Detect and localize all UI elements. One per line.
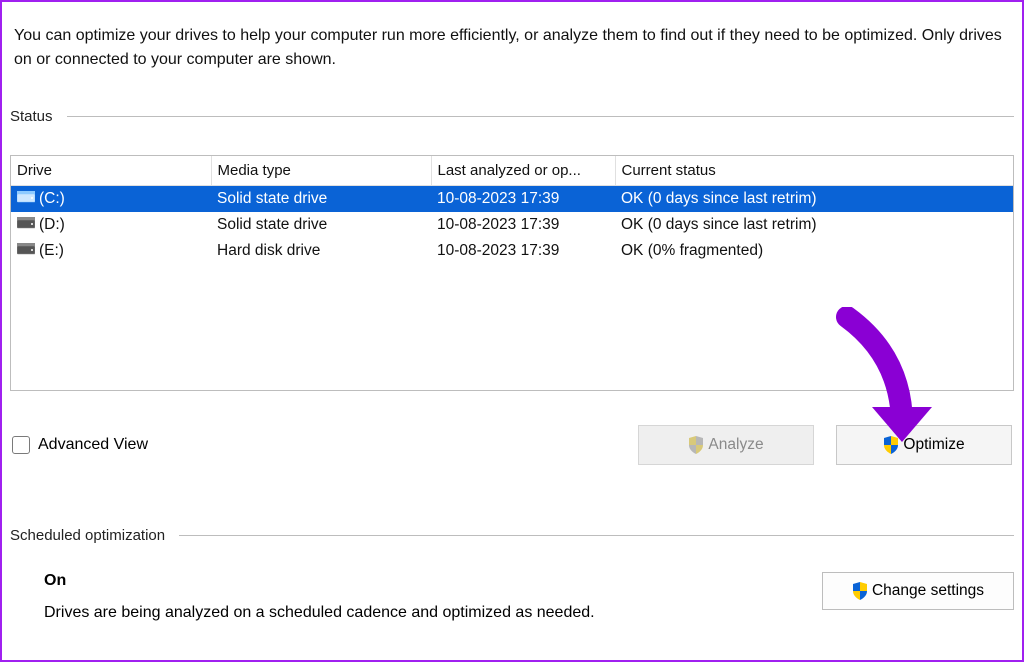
advanced-view-checkbox[interactable]: Advanced View [12, 436, 148, 454]
status-label-text: Status [10, 108, 53, 125]
cell-last: 10-08-2023 17:39 [431, 238, 615, 264]
drive-icon [17, 190, 35, 208]
divider [67, 116, 1014, 117]
advanced-view-label: Advanced View [38, 436, 148, 454]
table-row[interactable]: (D:) Solid state drive 10-08-2023 17:39 … [11, 212, 1013, 238]
col-header-media[interactable]: Media type [211, 156, 431, 186]
cell-drive: (E:) [11, 238, 211, 264]
cell-media: Solid state drive [211, 186, 431, 213]
cell-last: 10-08-2023 17:39 [431, 212, 615, 238]
optimize-button[interactable]: Optimize [836, 425, 1012, 465]
drive-table-container: Drive Media type Last analyzed or op... … [10, 155, 1014, 391]
shield-icon [852, 582, 868, 600]
drive-icon [17, 216, 35, 234]
change-settings-label: Change settings [872, 582, 984, 600]
analyze-button: Analyze [638, 425, 814, 465]
drive-icon [17, 242, 35, 260]
shield-icon [883, 436, 899, 454]
scheduled-label-text: Scheduled optimization [10, 527, 165, 544]
change-settings-button[interactable]: Change settings [822, 572, 1014, 610]
scheduled-state: On [44, 572, 595, 590]
table-row[interactable]: (E:) Hard disk drive 10-08-2023 17:39 OK… [11, 238, 1013, 264]
cell-status: OK (0 days since last retrim) [615, 186, 1013, 213]
cell-drive: (D:) [11, 212, 211, 238]
shield-icon [688, 436, 704, 454]
col-header-last[interactable]: Last analyzed or op... [431, 156, 615, 186]
scheduled-description: Drives are being analyzed on a scheduled… [44, 604, 595, 622]
col-header-drive[interactable]: Drive [11, 156, 211, 186]
cell-status: OK (0 days since last retrim) [615, 212, 1013, 238]
table-row[interactable]: (C:) Solid state drive 10-08-2023 17:39 … [11, 186, 1013, 213]
divider [179, 535, 1014, 536]
intro-text: You can optimize your drives to help you… [10, 10, 1014, 80]
cell-media: Hard disk drive [211, 238, 431, 264]
optimize-button-label: Optimize [903, 436, 964, 454]
status-section-label: Status [10, 108, 1014, 125]
drive-label: (D:) [39, 216, 65, 234]
drive-label: (E:) [39, 242, 64, 260]
cell-last: 10-08-2023 17:39 [431, 186, 615, 213]
col-header-status[interactable]: Current status [615, 156, 1013, 186]
scheduled-section-label: Scheduled optimization [10, 527, 1014, 544]
analyze-button-label: Analyze [708, 436, 763, 454]
drive-label: (C:) [39, 190, 65, 208]
cell-status: OK (0% fragmented) [615, 238, 1013, 264]
drive-table[interactable]: Drive Media type Last analyzed or op... … [11, 156, 1013, 264]
advanced-view-checkbox-input[interactable] [12, 436, 30, 454]
cell-media: Solid state drive [211, 212, 431, 238]
cell-drive: (C:) [11, 186, 211, 213]
